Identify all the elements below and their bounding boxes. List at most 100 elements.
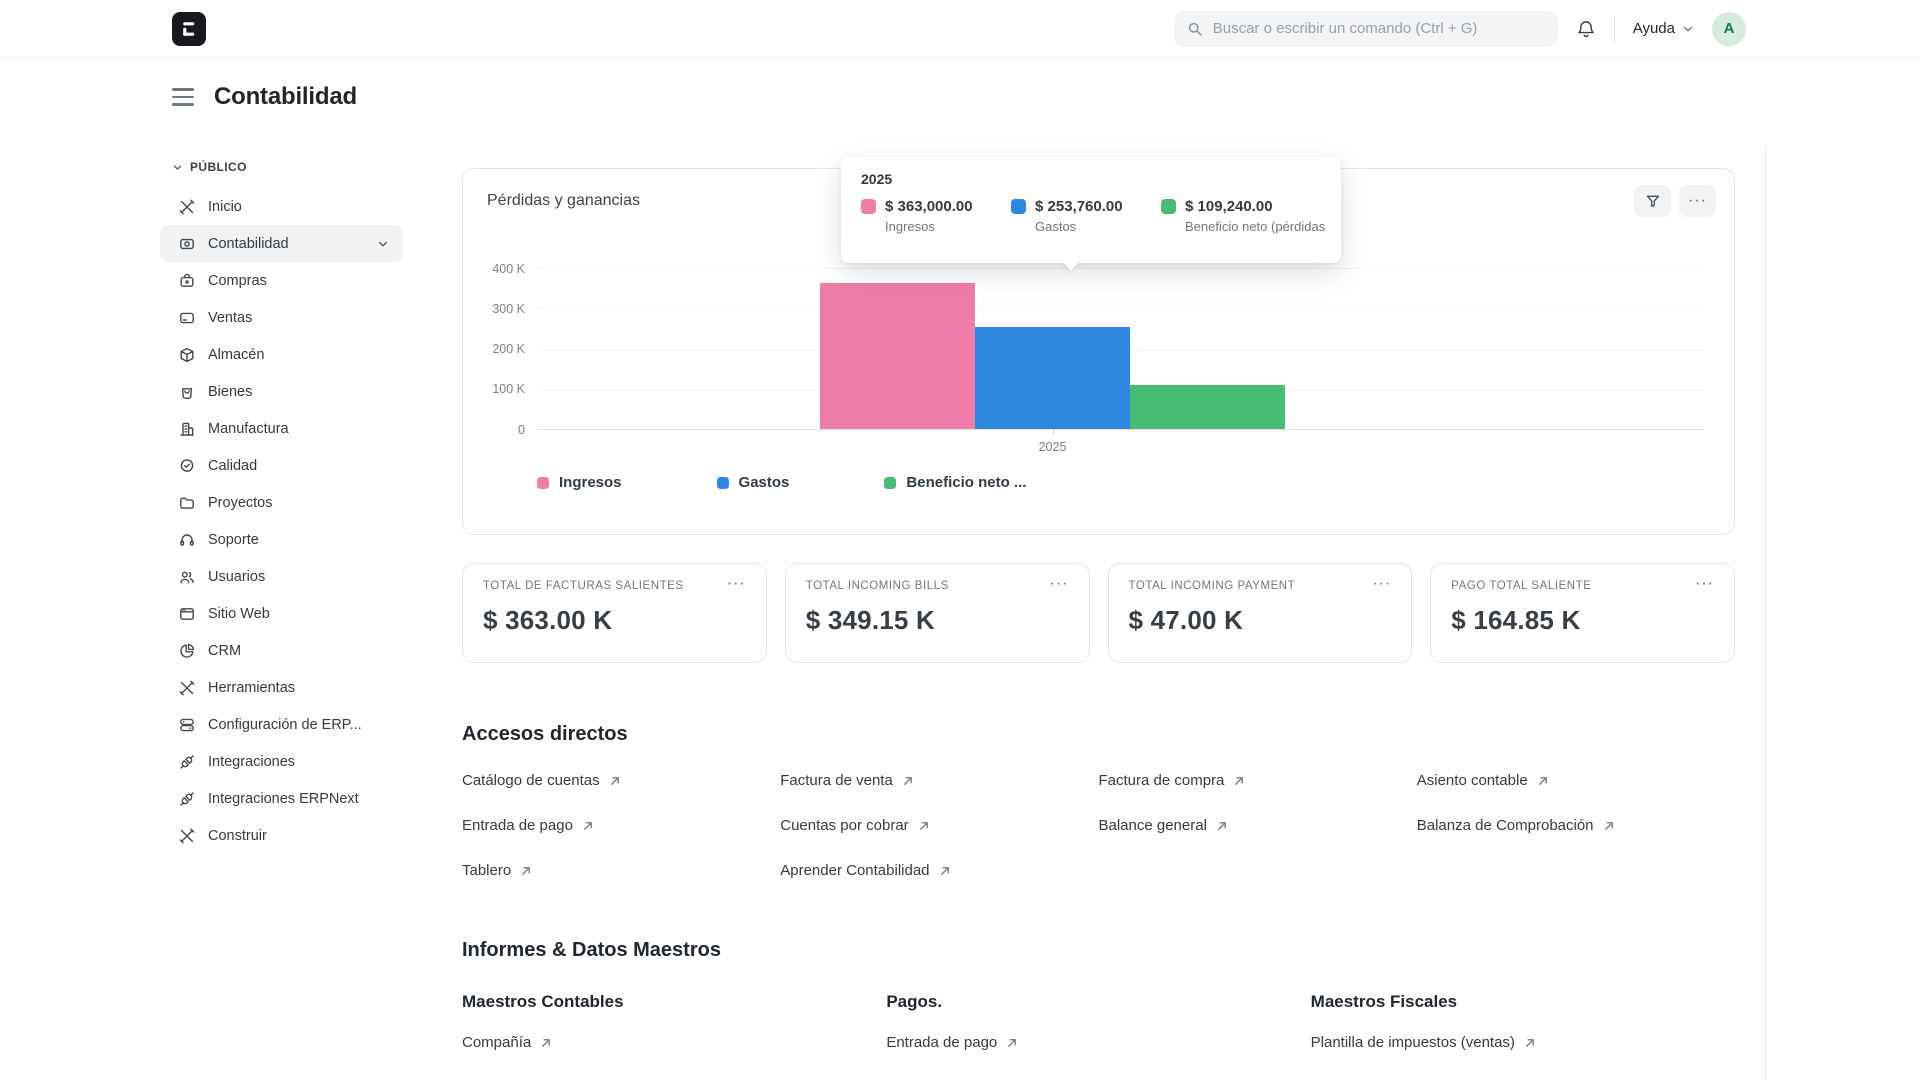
shortcuts-title: Accesos directos — [462, 723, 1735, 746]
tooltip-entry-ingresos: $ 363,000.00 Ingresos — [861, 198, 1011, 234]
sidebar-item-label: Integraciones — [208, 754, 295, 770]
report-column-pagos: Pagos. Entrada de pago — [886, 992, 1310, 1052]
legend-item-gastos: Gastos — [717, 474, 790, 491]
user-avatar[interactable]: A — [1712, 12, 1746, 46]
sidebar-item-label: Construir — [208, 828, 267, 844]
sidebar-item-sitio-web[interactable]: Sitio Web — [160, 595, 403, 632]
sidebar-item-contabilidad[interactable]: Contabilidad — [160, 225, 403, 262]
card-menu-icon[interactable]: ··· — [1050, 580, 1069, 589]
sidebar-toggle-icon[interactable] — [172, 86, 194, 107]
shortcut-label: Factura de compra — [1099, 772, 1225, 789]
sidebar-item-inicio[interactable]: Inicio — [160, 188, 403, 225]
arrow-up-right-icon — [939, 865, 951, 877]
arrow-up-right-icon — [609, 775, 621, 787]
sidebar-item-label: Contabilidad — [208, 236, 289, 252]
sidebar-item-label: Compras — [208, 273, 267, 289]
shortcut-label: Aprender Contabilidad — [780, 862, 929, 879]
sidebar-item-manufactura[interactable]: Manufactura — [160, 410, 403, 447]
arrow-up-right-icon — [1006, 1037, 1018, 1049]
number-card-total-de-facturas-salientes: TOTAL DE FACTURAS SALIENTES ··· $ 363.00… — [462, 563, 767, 663]
website-browser-icon — [178, 605, 196, 623]
report-link-compañía[interactable]: Compañía — [462, 1034, 552, 1051]
bar-ingresos[interactable] — [820, 283, 975, 429]
arrow-up-right-icon — [540, 1037, 552, 1049]
sidebar-item-integraciones[interactable]: Integraciones — [160, 743, 403, 780]
tooltip-label: Gastos — [1035, 219, 1123, 234]
buying-briefcase-icon — [178, 272, 196, 290]
sidebar-item-herramientas[interactable]: Herramientas — [160, 669, 403, 706]
sidebar-section-public[interactable]: PÚBLICO — [172, 152, 427, 182]
shortcut-link-factura-de-compra[interactable]: Factura de compra — [1099, 772, 1246, 789]
sidebar-item-compras[interactable]: Compras — [160, 262, 403, 299]
report-label: Compañía — [462, 1034, 531, 1051]
y-axis-tick-label: 100 K — [492, 382, 525, 396]
shortcut-link-tablero[interactable]: Tablero — [462, 862, 532, 879]
erpnext-logo[interactable] — [172, 12, 206, 46]
arrow-up-right-icon — [520, 865, 532, 877]
report-column-title: Maestros Contables — [462, 992, 886, 1012]
projects-folder-icon — [178, 494, 196, 512]
tooltip-title: 2025 — [861, 171, 1321, 187]
card-menu-icon[interactable]: ··· — [727, 580, 746, 589]
sidebar-item-almacén[interactable]: Almacén — [160, 336, 403, 373]
sidebar-item-integraciones-erpnext[interactable]: Integraciones ERPNext — [160, 780, 403, 817]
shortcut-cell: Factura de compra — [1099, 758, 1417, 803]
report-link-entrada-de-pago[interactable]: Entrada de pago — [886, 1034, 1018, 1051]
shortcut-link-factura-de-venta[interactable]: Factura de venta — [780, 772, 914, 789]
shortcut-label: Cuentas por cobrar — [780, 817, 908, 834]
sidebar-item-label: Herramientas — [208, 680, 295, 696]
sidebar-item-usuarios[interactable]: Usuarios — [160, 558, 403, 595]
sidebar-item-crm[interactable]: CRM — [160, 632, 403, 669]
number-card-label: TOTAL INCOMING BILLS — [806, 580, 949, 592]
arrow-up-right-icon — [1537, 775, 1549, 787]
crm-pie-icon — [178, 642, 196, 660]
number-card-total-incoming-payment: TOTAL INCOMING PAYMENT ··· $ 47.00 K — [1108, 563, 1413, 663]
tooltip-value: $ 363,000.00 — [885, 198, 973, 216]
sidebar-item-label: Integraciones ERPNext — [208, 791, 359, 807]
report-label: Plantilla de impuestos (ventas) — [1311, 1034, 1515, 1051]
sidebar-item-label: Bienes — [208, 384, 252, 400]
number-card-value: $ 349.15 K — [806, 605, 1069, 636]
sidebar-item-calidad[interactable]: Calidad — [160, 447, 403, 484]
integrations-plug-icon — [178, 753, 196, 771]
shortcut-link-aprender-contabilidad[interactable]: Aprender Contabilidad — [780, 862, 950, 879]
tooltip-swatch-icon — [1011, 199, 1026, 214]
shortcut-link-balanza-de-comprobación[interactable]: Balanza de Comprobación — [1417, 817, 1615, 834]
navbar-right-group: Buscar o escribir un comando (Ctrl + G) … — [1174, 11, 1746, 47]
workspace-sidebar: PÚBLICO Inicio Contabilidad Compras Vent… — [172, 138, 427, 1052]
arrow-up-right-icon — [1233, 775, 1245, 787]
bar-gastos[interactable] — [975, 327, 1130, 429]
number-card-value: $ 47.00 K — [1129, 605, 1392, 636]
build-tools-icon — [178, 827, 196, 845]
sidebar-item-construir[interactable]: Construir — [160, 817, 403, 854]
sidebar-item-label: Calidad — [208, 458, 257, 474]
sidebar-item-configuración-de-erp[interactable]: Configuración de ERP... — [160, 706, 403, 743]
support-headset-icon — [178, 531, 196, 549]
report-column-maestros-contables: Maestros Contables Compañía — [462, 992, 886, 1052]
sidebar-item-proyectos[interactable]: Proyectos — [160, 484, 403, 521]
y-axis-tick-label: 300 K — [492, 302, 525, 316]
shortcut-link-asiento-contable[interactable]: Asiento contable — [1417, 772, 1549, 789]
arrow-up-right-icon — [918, 820, 930, 832]
shortcut-link-cuentas-por-cobrar[interactable]: Cuentas por cobrar — [780, 817, 929, 834]
sidebar-item-bienes[interactable]: Bienes — [160, 373, 403, 410]
arrow-up-right-icon — [1524, 1037, 1536, 1049]
shortcut-link-catálogo-de-cuentas[interactable]: Catálogo de cuentas — [462, 772, 621, 789]
notifications-bell-icon[interactable] — [1576, 19, 1596, 39]
card-menu-icon[interactable]: ··· — [1695, 580, 1714, 589]
sidebar-item-label: Ventas — [208, 310, 252, 326]
selling-card-icon — [178, 309, 196, 327]
shortcut-link-balance-general[interactable]: Balance general — [1099, 817, 1228, 834]
report-link-plantilla-de-impuestos-ventas[interactable]: Plantilla de impuestos (ventas) — [1311, 1034, 1536, 1051]
search-input[interactable]: Buscar o escribir un comando (Ctrl + G) — [1174, 11, 1558, 47]
page-header: Contabilidad — [172, 78, 1920, 116]
card-menu-icon[interactable]: ··· — [1372, 580, 1391, 589]
sidebar-item-soporte[interactable]: Soporte — [160, 521, 403, 558]
sidebar-item-ventas[interactable]: Ventas — [160, 299, 403, 336]
bar-beneficio-neto-pérdidas[interactable] — [1130, 385, 1285, 429]
tooltip-swatch-icon — [861, 199, 876, 214]
shortcut-link-entrada-de-pago[interactable]: Entrada de pago — [462, 817, 594, 834]
sidebar-item-label: Soporte — [208, 532, 259, 548]
shortcut-cell: Entrada de pago — [462, 803, 780, 848]
help-menu[interactable]: Ayuda — [1633, 20, 1694, 37]
